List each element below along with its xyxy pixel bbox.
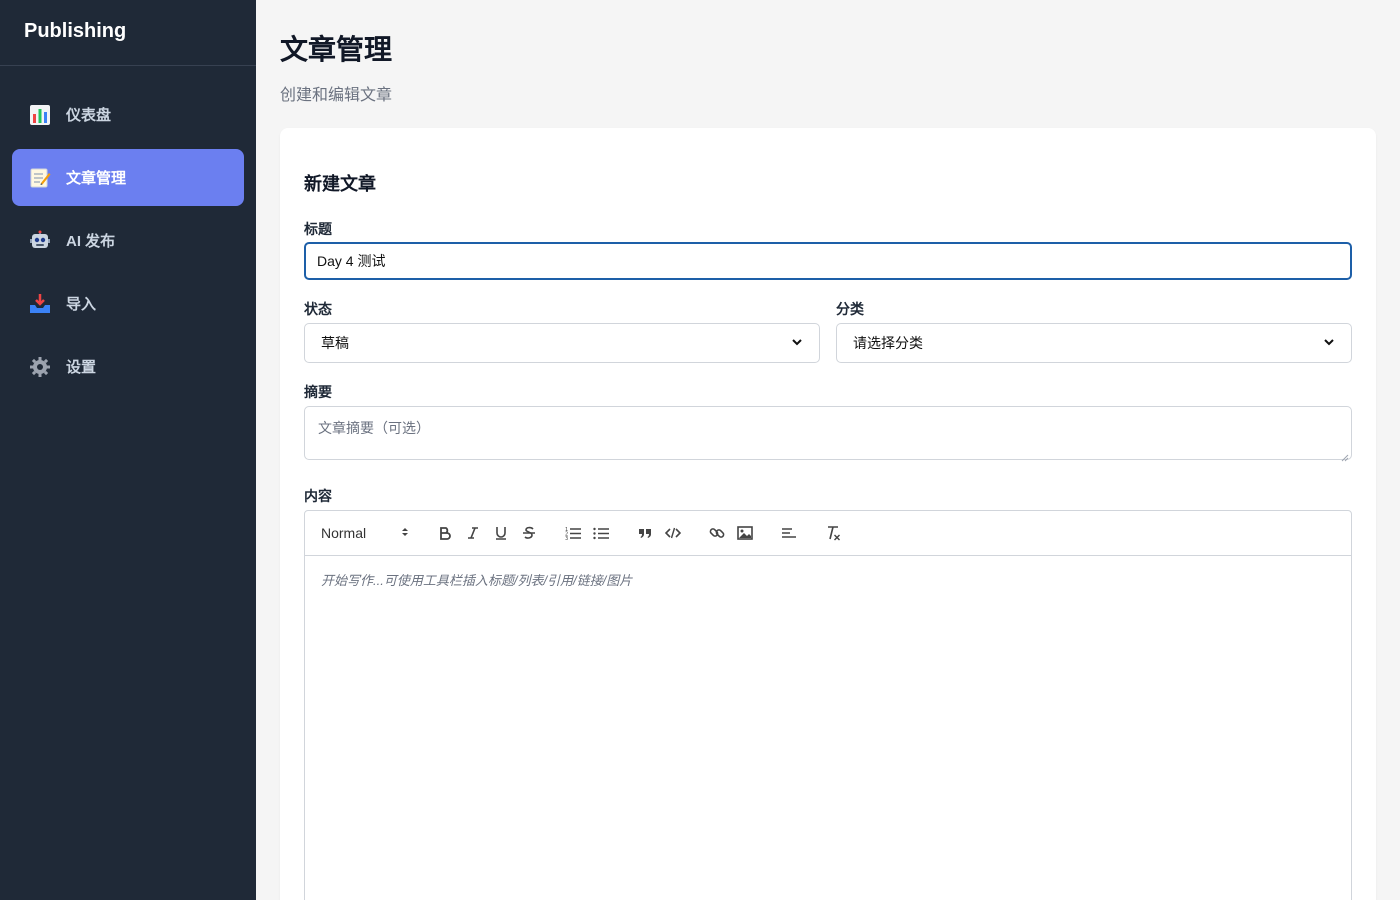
updown-arrow-icon	[401, 525, 409, 541]
sidebar-item-settings[interactable]: 设置	[12, 338, 244, 395]
main-content: 文章管理 创建和编辑文章 新建文章 标题 状态 草稿 分类 请选择分类 摘要 文…	[256, 0, 1400, 900]
svg-text:3: 3	[565, 536, 568, 540]
link-icon[interactable]	[703, 521, 731, 545]
sidebar-nav: 仪表盘 文章管理 AI 发布 导入 设置	[0, 66, 256, 421]
title-input[interactable]	[304, 242, 1352, 280]
italic-icon[interactable]	[459, 521, 487, 545]
status-select[interactable]: 草稿	[304, 323, 820, 363]
editor-placeholder: 开始写作...可使用工具栏插入标题/列表/引用/链接/图片	[321, 573, 633, 588]
sidebar-item-label: 文章管理	[66, 170, 127, 187]
inbox-tray-icon	[28, 292, 52, 316]
sidebar-item-label: AI 发布	[66, 233, 116, 250]
sidebar-item-ai-publish[interactable]: AI 发布	[12, 212, 244, 269]
category-label: 分类	[836, 301, 864, 317]
summary-textarea[interactable]: 文章摘要（可选）	[304, 406, 1352, 462]
bold-icon[interactable]	[431, 521, 459, 545]
card-title: 新建文章	[304, 174, 376, 194]
page-subtitle: 创建和编辑文章	[280, 87, 393, 104]
category-select-value: 请选择分类	[853, 335, 923, 351]
chevron-down-icon	[791, 335, 803, 351]
image-icon[interactable]	[731, 521, 759, 545]
brand-title: Publishing	[0, 0, 256, 66]
editor-body[interactable]: 开始写作...可使用工具栏插入标题/列表/引用/链接/图片	[305, 556, 1351, 603]
blockquote-icon[interactable]	[631, 521, 659, 545]
sidebar-item-label: 设置	[66, 359, 97, 376]
content-label: 内容	[304, 488, 332, 504]
resize-handle-icon[interactable]	[1341, 449, 1349, 462]
memo-icon	[28, 166, 52, 190]
chevron-down-icon	[1323, 335, 1335, 351]
status-select-value: 草稿	[321, 335, 349, 351]
gear-icon	[28, 355, 52, 379]
sidebar-item-label: 导入	[66, 296, 97, 313]
page-title: 文章管理	[280, 34, 393, 65]
editor-toolbar: Normal 123	[305, 511, 1351, 556]
strikethrough-icon[interactable]	[515, 521, 543, 545]
sidebar-item-articles[interactable]: 文章管理	[12, 149, 244, 206]
underline-icon[interactable]	[487, 521, 515, 545]
clear-format-icon[interactable]	[819, 521, 847, 545]
rich-text-editor: Normal 123 开始写作...可使用工具栏插入标题/列表/引用/链接/图片	[304, 510, 1352, 900]
bar-chart-icon	[28, 103, 52, 127]
heading-picker[interactable]: Normal	[321, 525, 409, 541]
robot-icon	[28, 229, 52, 253]
code-icon[interactable]	[659, 521, 687, 545]
sidebar-item-import[interactable]: 导入	[12, 275, 244, 332]
sidebar-item-label: 仪表盘	[66, 107, 112, 124]
status-label: 状态	[304, 301, 332, 317]
heading-picker-value: Normal	[321, 525, 367, 541]
ordered-list-icon[interactable]: 123	[559, 521, 587, 545]
article-form-card: 新建文章 标题 状态 草稿 分类 请选择分类 摘要 文章摘要（可选） 内容	[280, 128, 1376, 900]
sidebar: Publishing 仪表盘 文章管理 AI 发布 导入 设置	[0, 0, 256, 900]
category-select[interactable]: 请选择分类	[836, 323, 1352, 363]
bullet-list-icon[interactable]	[587, 521, 615, 545]
align-icon[interactable]	[775, 521, 803, 545]
sidebar-item-dashboard[interactable]: 仪表盘	[12, 86, 244, 143]
summary-placeholder: 文章摘要（可选）	[318, 420, 430, 436]
summary-label: 摘要	[304, 384, 332, 400]
title-label: 标题	[304, 221, 332, 237]
